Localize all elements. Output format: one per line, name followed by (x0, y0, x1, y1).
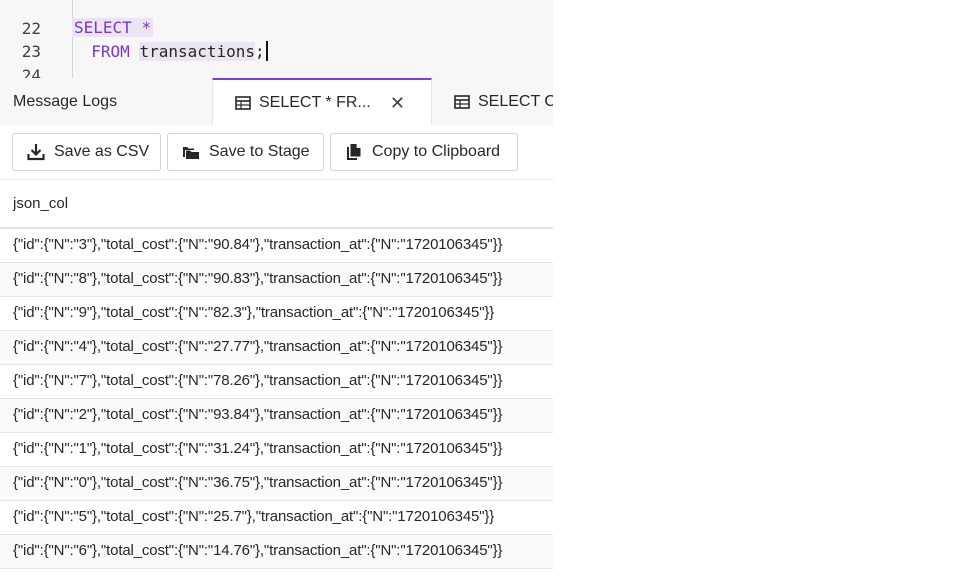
table-cell: {"id":{"N":"9"},"total_cost":{"N":"82.3"… (13, 304, 495, 321)
table-row[interactable]: {"id":{"N":"6"},"total_cost":{"N":"14.76… (0, 535, 553, 569)
button-label: Copy to Clipboard (372, 143, 501, 160)
copy-to-clipboard-button[interactable]: Copy to Clipboard (330, 133, 518, 171)
table-row[interactable]: {"id":{"N":"9"},"total_cost":{"N":"82.3"… (0, 297, 553, 331)
table-cell: {"id":{"N":"7"},"total_cost":{"N":"78.26… (13, 372, 503, 389)
table-cell: {"id":{"N":"8"},"total_cost":{"N":"90.83… (13, 270, 503, 287)
button-label: Save as CSV (54, 143, 150, 160)
folders-icon (183, 147, 199, 159)
results-tab-bar: Message Logs SELECT * FR... ✕ SELECT C (0, 78, 553, 126)
table-cell: {"id":{"N":"5"},"total_cost":{"N":"25.7"… (13, 508, 495, 525)
table-row[interactable]: {"id":{"N":"0"},"total_cost":{"N":"36.75… (0, 467, 553, 501)
table-row[interactable]: {"id":{"N":"3"},"total_cost":{"N":"90.84… (0, 229, 553, 263)
tab-label: Message Logs (13, 92, 118, 110)
table-identifier: transactions (139, 42, 256, 61)
table-row[interactable]: {"id":{"N":"7"},"total_cost":{"N":"78.26… (0, 365, 553, 399)
table-cell: {"id":{"N":"6"},"total_cost":{"N":"14.76… (13, 542, 503, 559)
table-row[interactable]: {"id":{"N":"8"},"total_cost":{"N":"90.83… (0, 263, 553, 297)
table-cell: {"id":{"N":"4"},"total_cost":{"N":"27.77… (13, 338, 503, 355)
tab-select-query-active[interactable]: SELECT * FR... ✕ (212, 78, 432, 126)
results-toolbar: Save as CSV Save to Stage Copy to Clipbo… (0, 125, 553, 180)
column-header-json-col[interactable]: json_col (13, 195, 68, 212)
editor-line: 22 (0, 0, 553, 38)
table-row[interactable]: {"id":{"N":"4"},"total_cost":{"N":"27.77… (0, 331, 553, 365)
results-table-header: json_col (0, 180, 553, 229)
close-icon[interactable]: ✕ (390, 93, 405, 113)
keyword-select: SELECT * (72, 18, 154, 37)
table-icon (454, 94, 470, 109)
button-label: Save to Stage (209, 143, 310, 160)
table-cell: {"id":{"N":"3"},"total_cost":{"N":"90.84… (13, 236, 503, 253)
semicolon: ; (255, 42, 265, 61)
editor-line[interactable]: 24 FROM transactions; (0, 40, 553, 78)
table-cell: {"id":{"N":"1"},"total_cost":{"N":"31.24… (13, 440, 503, 457)
table-row[interactable]: {"id":{"N":"2"},"total_cost":{"N":"93.84… (0, 399, 553, 433)
editor-line: 25 (0, 64, 553, 78)
tab-select-query-2[interactable]: SELECT C (432, 78, 553, 125)
copy-icon (347, 144, 361, 160)
code-text: SELECT * (72, 16, 154, 40)
save-as-csv-button[interactable]: Save as CSV (12, 133, 161, 171)
text-cursor (265, 41, 268, 61)
table-icon (235, 96, 251, 110)
keyword-from: FROM (91, 42, 130, 61)
table-cell: {"id":{"N":"0"},"total_cost":{"N":"36.75… (13, 474, 503, 491)
download-icon (27, 144, 45, 161)
query-results-panel: 22 23 SELECT * 24 FROM transactions; 25 … (0, 0, 553, 576)
tab-label: SELECT C (478, 92, 553, 110)
table-cell: {"id":{"N":"2"},"total_cost":{"N":"93.84… (13, 406, 503, 423)
table-row[interactable]: {"id":{"N":"5"},"total_cost":{"N":"25.7"… (0, 501, 553, 535)
empty-area (553, 0, 960, 576)
results-table-body: {"id":{"N":"3"},"total_cost":{"N":"90.84… (0, 229, 553, 569)
editor-line[interactable]: 23 SELECT * (0, 16, 553, 61)
code-text: FROM transactions; (72, 40, 268, 64)
tab-message-logs[interactable]: Message Logs (0, 78, 212, 125)
sql-editor[interactable]: 22 23 SELECT * 24 FROM transactions; 25 (0, 0, 553, 78)
tab-label: SELECT * FR... (259, 94, 371, 111)
save-to-stage-button[interactable]: Save to Stage (167, 133, 324, 171)
table-row[interactable]: {"id":{"N":"1"},"total_cost":{"N":"31.24… (0, 433, 553, 467)
